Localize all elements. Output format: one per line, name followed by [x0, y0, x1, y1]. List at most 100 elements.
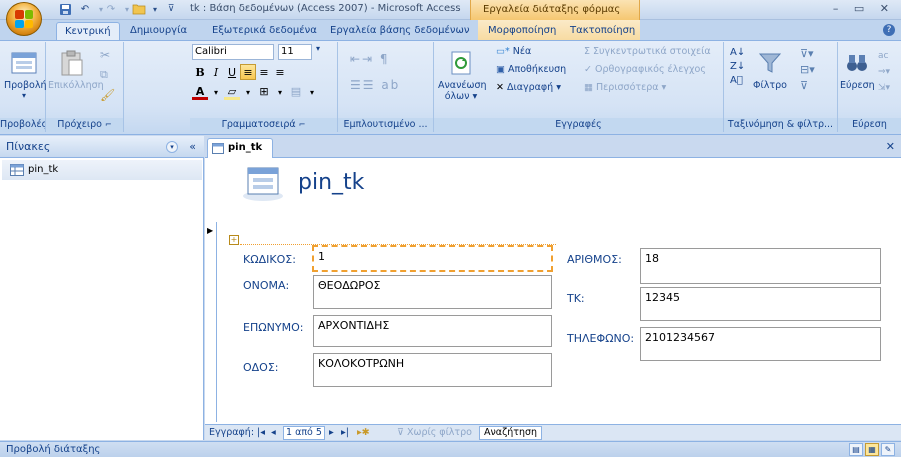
view-dropdown-icon: ▾ [21, 91, 26, 100]
delete-record-button[interactable]: ✕ Διαγραφή ▾ [496, 80, 561, 96]
font-launcher-icon[interactable]: ⌐ [299, 120, 306, 129]
fill-color-dropdown-icon[interactable]: ▾ [240, 85, 256, 101]
font-size-combo[interactable]: 11 [278, 44, 312, 60]
document-tab-pin-tk[interactable]: pin_tk [207, 138, 273, 158]
no-filter-indicator[interactable]: ⊽ Χωρίς φίλτρο [397, 425, 472, 441]
refresh-all-button[interactable]: Ανανέωση όλων ▾ [438, 48, 487, 102]
format-painter-icon[interactable]: 🖌 [100, 88, 115, 102]
tab-create[interactable]: Δημιουργία [122, 22, 195, 40]
phone-field[interactable]: 2101234567 [640, 327, 881, 361]
font-name-combo[interactable]: Calibri [192, 44, 274, 60]
navigation-pane [0, 136, 204, 440]
navigation-pane-header[interactable]: Πίνακες ▾ « [0, 136, 204, 158]
tab-home[interactable]: Κεντρική [56, 22, 120, 40]
new-empty-record-icon[interactable]: ▸✱ [357, 425, 370, 441]
bold-icon[interactable]: B [192, 65, 208, 81]
paste-button[interactable]: Επικόλληση [48, 48, 104, 91]
italic-icon[interactable]: I [208, 65, 224, 81]
previous-record-icon[interactable]: ◂ [271, 425, 276, 441]
align-left-icon[interactable]: ≡ [240, 64, 256, 80]
font-color-dropdown-icon[interactable]: ▾ [208, 85, 224, 101]
group-clipboard: Επικόλληση ✂ ⧉ 🖌 Πρόχειρο ⌐ [46, 42, 124, 132]
view-button[interactable]: Προβολή ▾ [4, 48, 47, 100]
form-view-switch-icon[interactable]: ▤ [849, 443, 863, 456]
first-record-icon[interactable]: |◂ [257, 425, 265, 441]
totals-icon: Σ [584, 46, 591, 57]
paste-icon [56, 48, 88, 78]
save-icon[interactable] [58, 3, 72, 16]
current-record-arrow-icon: ▶ [207, 226, 214, 235]
spelling-icon: ✓ [584, 64, 592, 75]
number-field[interactable]: 18 [640, 248, 881, 284]
font-size-dropdown-icon[interactable]: ▾ [316, 44, 320, 53]
find-button[interactable]: Εύρεση [840, 48, 875, 91]
current-record-box[interactable]: 1 από 5 [283, 426, 325, 440]
refresh-all-label: όλων ▾ [444, 91, 478, 102]
spelling-button[interactable]: ✓ Ορθογραφικός έλεγχος [584, 62, 706, 78]
document-tab-label: pin_tk [228, 142, 263, 153]
name-field[interactable]: ΘΕΟΔΩΡΟΣ [313, 275, 552, 309]
list-icons[interactable]: ☰☰ ab [350, 78, 400, 92]
totals-button[interactable]: Σ Συγκεντρωτικά στοιχεία [584, 44, 711, 60]
help-icon[interactable]: ? [883, 24, 895, 36]
open-folder-icon[interactable] [132, 3, 146, 16]
clipboard-launcher-icon[interactable]: ⌐ [105, 120, 112, 129]
window-controls[interactable]: – ▭ ✕ [833, 2, 895, 15]
advanced-filter-icons[interactable]: ⊽▾ ⊟▾ ⊽ [800, 46, 815, 94]
form-title: pin_tk [298, 170, 365, 195]
design-view-switch-icon[interactable]: ✎ [881, 443, 895, 456]
tab-arrange[interactable]: Τακτοποίηση [562, 22, 643, 40]
zip-field[interactable]: 12345 [640, 287, 881, 321]
alternate-fill-dropdown-icon[interactable]: ▾ [304, 85, 320, 101]
tab-external-data[interactable]: Εξωτερικά δεδομένα [204, 22, 325, 40]
fill-color-icon[interactable]: ▱ [224, 84, 240, 100]
layout-view-switch-icon[interactable]: ▦ [865, 443, 879, 456]
refresh-label: Ανανέωση [438, 80, 487, 91]
surname-field[interactable]: ΑΡΧΟΝΤΙΔΗΣ [313, 315, 552, 347]
align-right-icon[interactable]: ≡ [272, 65, 288, 81]
office-logo-icon [15, 10, 33, 28]
nav-item-label: pin_tk [28, 164, 59, 175]
last-record-icon[interactable]: ▸| [341, 425, 349, 441]
totals-label: Συγκεντρωτικά στοιχεία [593, 46, 711, 57]
nav-item-pin-tk[interactable]: pin_tk [2, 160, 202, 180]
redo-icon[interactable]: ↷ [104, 3, 118, 16]
search-box[interactable]: Αναζήτηση [479, 426, 543, 440]
close-document-icon[interactable]: ✕ [886, 140, 895, 153]
folder-dropdown-icon[interactable]: ▾ [148, 3, 162, 16]
street-field[interactable]: ΚΟΛΟΚΟΤΡΩΝΗ [313, 353, 552, 387]
copy-icon[interactable]: ⧉ [100, 68, 108, 82]
gridlines-icon[interactable]: ⊞ [256, 84, 272, 100]
delete-icon: ✕ [496, 82, 504, 93]
indent-icons[interactable]: ⇤⇥ ¶ [350, 52, 390, 66]
more-icon: ▦ [584, 82, 593, 93]
nav-dropdown-icon[interactable]: ▾ [166, 141, 178, 153]
customize-qat-icon[interactable]: ⊽ [164, 3, 178, 16]
layout-move-handle-icon[interactable]: + [229, 235, 239, 245]
undo-icon[interactable]: ↶ [78, 3, 92, 16]
cut-icon[interactable]: ✂ [100, 48, 110, 62]
tab-database-tools[interactable]: Εργαλεία βάσης δεδομένων [322, 22, 477, 40]
align-center-icon[interactable]: ≡ [256, 65, 272, 81]
replace-goto-select-icons[interactable]: ac ⇒▾ ⇲▾ [878, 48, 890, 96]
more-button[interactable]: ▦ Περισσότερα ▾ [584, 80, 666, 96]
refresh-icon [445, 48, 477, 78]
record-selector[interactable]: ▶ [205, 222, 217, 422]
filter-button[interactable]: Φίλτρο [750, 48, 790, 91]
underline-icon[interactable]: U [224, 65, 240, 81]
group-views: Προβολή ▾ Προβολές [0, 42, 47, 132]
save-record-button[interactable]: ▣ Αποθήκευση [496, 62, 566, 78]
sort-icons[interactable]: A↓ Z↓ A⃠ [730, 46, 745, 88]
new-record-button[interactable]: ▭* Νέα [496, 44, 531, 60]
code-field[interactable]: 1 [312, 245, 553, 272]
tab-format[interactable]: Μορφοποίηση [480, 22, 564, 40]
nav-collapse-icon[interactable]: « [189, 136, 196, 158]
number-label: ΑΡΙΘΜΟΣ: [567, 253, 622, 266]
no-filter-label: Χωρίς φίλτρο [407, 427, 472, 438]
gridlines-dropdown-icon[interactable]: ▾ [272, 85, 288, 101]
next-record-icon[interactable]: ▸ [329, 425, 334, 441]
font-group-text: Γραμματοσειρά [221, 119, 296, 130]
font-color-icon[interactable]: A [192, 84, 208, 100]
alternate-fill-icon[interactable]: ▤ [288, 84, 304, 100]
office-button[interactable] [6, 2, 42, 36]
